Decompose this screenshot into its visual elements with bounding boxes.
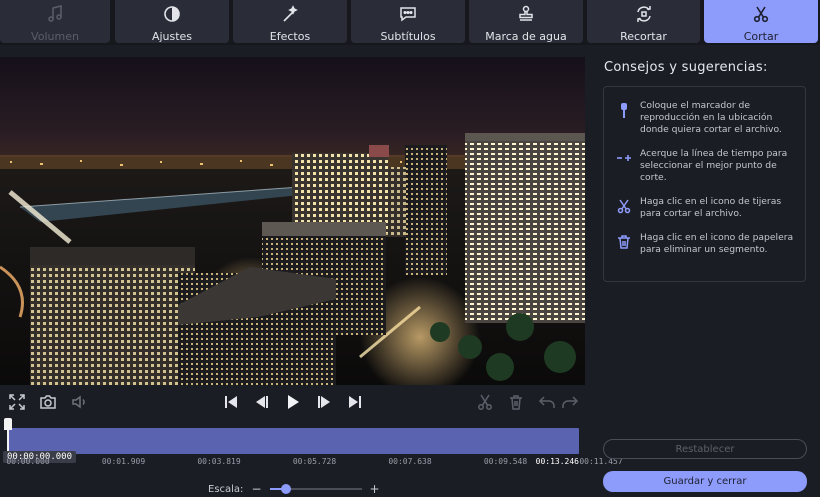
music-note-icon bbox=[48, 5, 62, 22]
timeline-end-time: 00:13.246 bbox=[535, 457, 579, 466]
tab-label: Recortar bbox=[620, 30, 667, 43]
zoom-slider-knob[interactable] bbox=[281, 484, 292, 494]
trash-icon[interactable] bbox=[507, 393, 525, 411]
speech-bubble-icon bbox=[400, 7, 416, 22]
magic-wand-icon bbox=[283, 5, 298, 22]
tip-text: Acerque la línea de tiempo para seleccio… bbox=[640, 148, 788, 183]
contrast-icon bbox=[164, 6, 180, 22]
tab-label: Subtítulos bbox=[380, 30, 436, 43]
play-icon[interactable] bbox=[284, 393, 302, 411]
tab-cortar[interactable]: Cortar bbox=[704, 0, 818, 43]
undo-icon[interactable] bbox=[538, 393, 556, 411]
cut-scissors-icon[interactable] bbox=[476, 393, 494, 411]
tab-marca-de-agua[interactable]: Marca de agua bbox=[469, 0, 583, 43]
tab-label: Cortar bbox=[743, 30, 779, 43]
timeline-tick-label: 00:05.728 bbox=[292, 457, 337, 466]
stamp-icon bbox=[519, 5, 533, 21]
camera-icon[interactable] bbox=[39, 393, 57, 411]
timeline-track[interactable] bbox=[8, 428, 579, 454]
timeline-tick-label: 00:03.819 bbox=[197, 457, 241, 466]
save-and-close-button[interactable]: Guardar y cerrar bbox=[603, 471, 807, 492]
tab-label: Ajustes bbox=[151, 30, 193, 43]
timeline-tick-label: 00:09.548 bbox=[483, 457, 528, 466]
tab-label: Marca de agua bbox=[485, 30, 567, 43]
tab-ajustes[interactable]: Ajustes bbox=[115, 0, 229, 43]
redo-icon[interactable] bbox=[561, 393, 579, 411]
timeline-tick-label: 00:01.909 bbox=[101, 457, 146, 466]
skip-to-start-icon[interactable] bbox=[222, 393, 240, 411]
step-back-icon[interactable] bbox=[253, 393, 271, 411]
pin-marker-icon bbox=[621, 103, 627, 118]
video-preview[interactable] bbox=[0, 57, 585, 385]
tab-volumen[interactable]: Volumen bbox=[0, 0, 110, 43]
tab-label: Efectos bbox=[269, 30, 311, 43]
tip-text: Haga clic en el icono de papelera para e… bbox=[640, 232, 794, 255]
tab-subtitulos[interactable]: Subtítulos bbox=[351, 0, 465, 43]
scissors-icon bbox=[753, 6, 769, 23]
crop-rotate-icon bbox=[636, 6, 651, 22]
speaker-icon[interactable] bbox=[70, 393, 88, 411]
fullscreen-icon[interactable] bbox=[8, 393, 26, 411]
tab-recortar[interactable]: Recortar bbox=[587, 0, 700, 43]
timeline-ruler: 00:00.000 00:01.909 00:03.819 00:05.728 00:0… bbox=[6, 457, 622, 469]
zoom-in-button[interactable]: + bbox=[370, 482, 380, 496]
tab-bar: Volumen Ajustes Efectos Subtítulos Marca… bbox=[0, 0, 820, 45]
timeline-tick-label: 00:07.638 bbox=[388, 457, 432, 466]
step-forward-icon[interactable] bbox=[315, 393, 333, 411]
scale-label: Escala: bbox=[208, 483, 244, 495]
timeline-tick-label: 00:00.000 bbox=[6, 457, 50, 466]
reset-button[interactable]: Restablecer bbox=[603, 439, 807, 459]
tip-text: Haga clic en el icono de tijeras para co… bbox=[640, 196, 782, 219]
tips-title: Consejos y sugerencias: bbox=[604, 60, 768, 75]
zoom-scale: Escala: − + bbox=[208, 481, 380, 497]
trash-icon bbox=[618, 235, 630, 249]
skip-to-end-icon[interactable] bbox=[346, 393, 364, 411]
scissors-icon bbox=[617, 199, 631, 214]
tab-efectos[interactable]: Efectos bbox=[233, 0, 347, 43]
zoom-slider[interactable] bbox=[269, 484, 362, 494]
tips-box: Coloque el marcador de reproducción en l… bbox=[603, 86, 806, 282]
tab-label: Volumen bbox=[31, 30, 79, 43]
timeline-zoom-icon bbox=[617, 155, 631, 161]
zoom-out-button[interactable]: − bbox=[251, 482, 261, 496]
tip-text: Coloque el marcador de reproducción en l… bbox=[640, 100, 782, 135]
playhead-handle[interactable] bbox=[4, 418, 12, 430]
city-night-frame bbox=[0, 57, 585, 385]
player-controls bbox=[0, 385, 585, 419]
